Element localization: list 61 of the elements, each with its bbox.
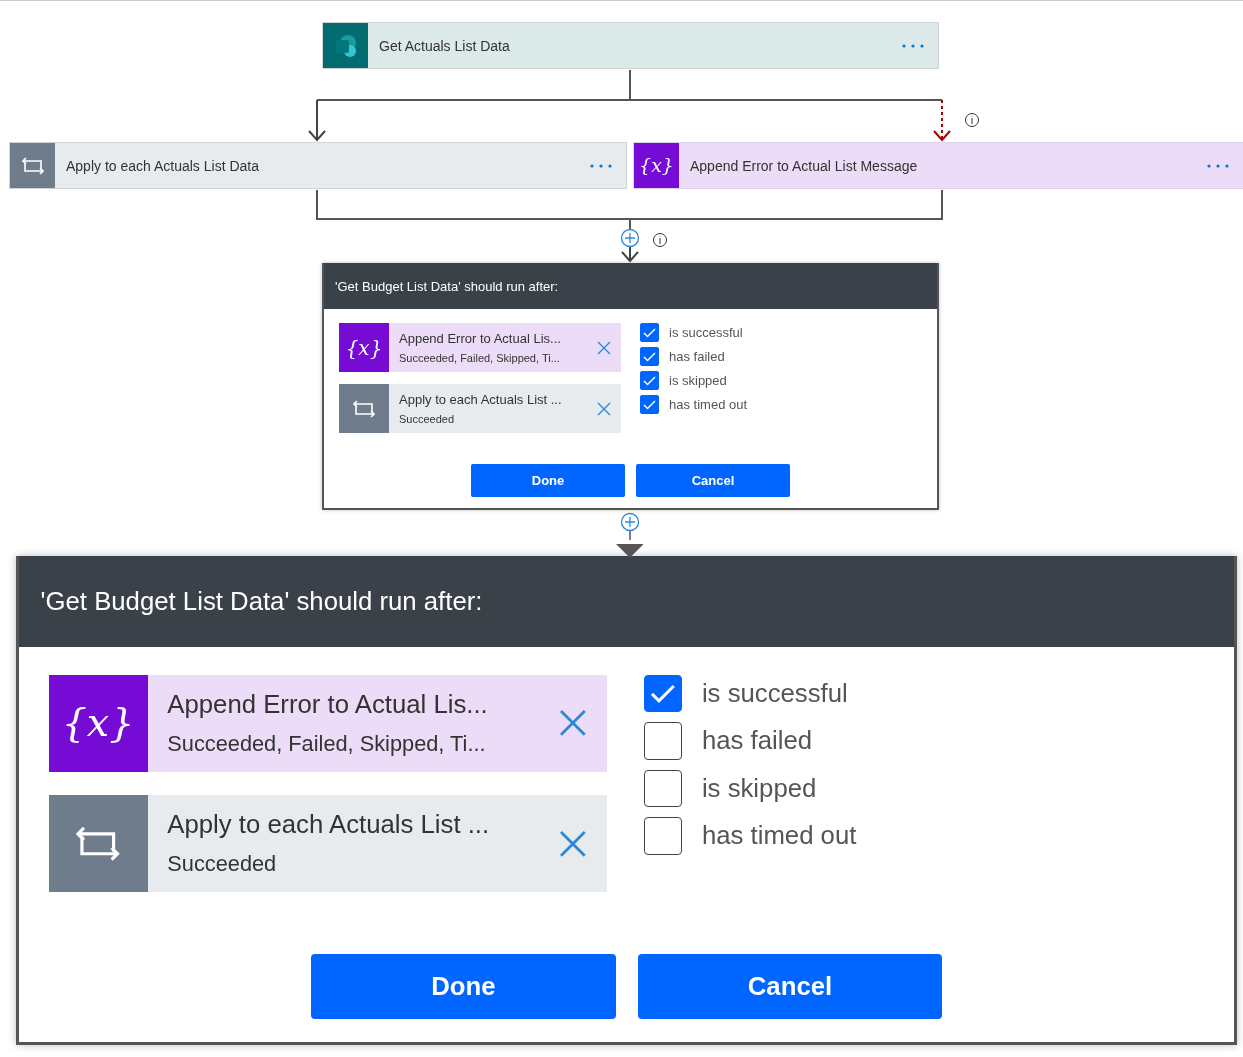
checkbox[interactable] [640,347,659,366]
item-status: Succeeded, Failed, Skipped, Ti... [167,730,487,757]
checkbox[interactable] [640,323,659,342]
close-icon[interactable] [559,709,588,737]
close-icon[interactable] [597,401,611,416]
checkbox-label: is skipped [669,373,727,388]
info-icon [653,233,667,247]
action-card[interactable]: {x} Append Error to Actual List Message [633,142,1243,189]
checkbox-label: is successful [669,325,743,340]
variable-icon: {x} [639,156,674,175]
done-button[interactable]: Done [471,464,625,497]
checkbox[interactable] [644,674,683,713]
item-title: Apply to each Actuals List ... [167,810,491,840]
action-title: Append Error to Actual List Message [690,157,919,174]
checkbox[interactable] [640,395,659,414]
item-status: Succeeded, Failed, Skipped, Ti... [399,352,561,364]
check-icon [643,399,656,410]
checkbox-label: has timed out [701,821,857,851]
variable-icon: {x} [345,337,383,358]
checkbox[interactable] [644,817,683,855]
close-icon[interactable] [597,340,611,355]
item-title: Append Error to Actual Lis... [167,689,489,719]
action-card[interactable]: Apply to each Actuals List Data [9,142,627,189]
item-title: Apply to each Actuals List ... [399,392,563,407]
checkbox-label: has failed [701,726,813,756]
action-title: Get Actuals List Data [379,37,511,54]
checkbox[interactable] [640,371,659,390]
loop-icon [21,156,44,175]
arrow [308,99,326,142]
dialog-title: 'Get Budget List Data' should run after: [335,278,559,294]
checkbox[interactable] [644,769,683,808]
item-status: Succeeded [167,851,278,878]
more-icon[interactable] [1207,163,1229,168]
check-icon [650,683,677,704]
item-status: Succeeded [399,413,456,425]
dialog-title: 'Get Budget List Data' should run after: [40,586,483,616]
add-step-button[interactable] [620,512,640,532]
close-icon[interactable] [559,830,588,858]
check-icon [643,351,656,362]
arrow-icon [615,543,644,558]
item-title: Append Error to Actual Lis... [399,331,562,346]
checkbox-label: has timed out [669,397,748,412]
add-step-button[interactable] [620,228,640,248]
variable-icon: {x} [61,703,135,743]
done-button[interactable]: Done [310,953,616,1020]
checkbox-label: is skipped [701,773,817,803]
cancel-button[interactable]: Cancel [636,464,790,497]
loop-icon [76,826,120,862]
action-title: Apply to each Actuals List Data [66,157,260,174]
checkbox[interactable] [644,722,683,760]
cancel-button[interactable]: Cancel [637,953,943,1020]
dashed-arrow [933,99,951,142]
more-icon[interactable] [590,163,612,168]
info-icon [965,113,979,127]
checkbox-label: is successful [701,678,848,708]
action-card[interactable]: Get Actuals List Data [322,22,939,69]
more-icon[interactable] [902,43,924,48]
loop-icon [353,399,375,418]
check-icon [643,375,656,386]
checkbox-label: has failed [669,349,725,364]
check-icon [643,327,656,338]
